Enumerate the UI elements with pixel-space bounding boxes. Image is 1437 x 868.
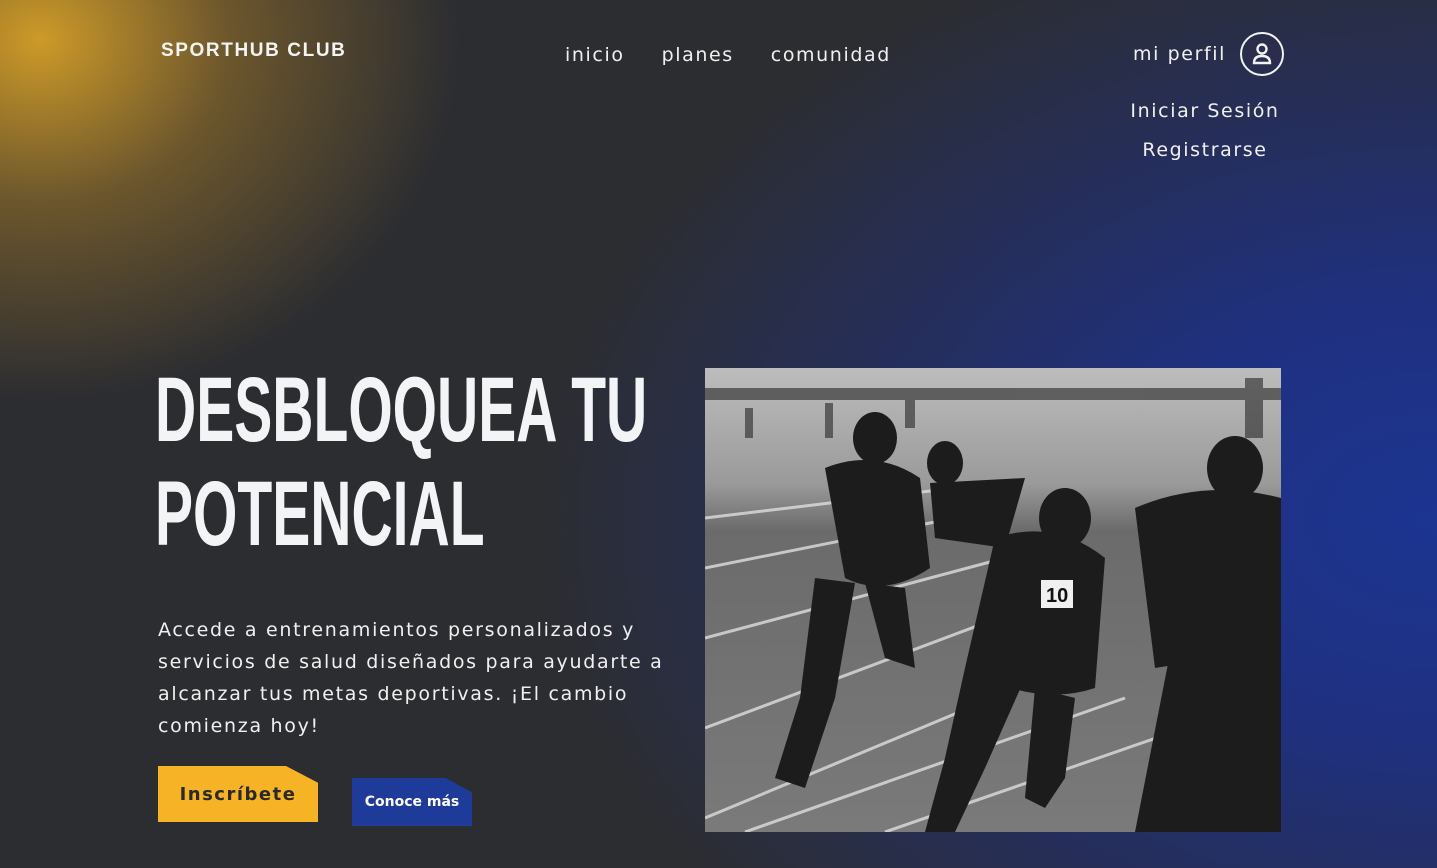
brand-logo[interactable]: SPORTHUB CLUB xyxy=(161,40,346,62)
nav-comunidad[interactable]: comunidad xyxy=(771,44,891,66)
nav-planes[interactable]: planes xyxy=(662,44,734,66)
profile-label: mi perfil xyxy=(1133,43,1227,65)
register-link[interactable]: Registrarse xyxy=(1125,139,1285,161)
main-nav: inicio planes comunidad xyxy=(565,44,891,66)
signup-button[interactable]: Inscríbete xyxy=(158,766,318,822)
hero-image: 10 xyxy=(705,368,1281,832)
login-link[interactable]: Iniciar Sesión xyxy=(1125,100,1285,122)
user-circle-icon[interactable] xyxy=(1240,32,1285,76)
learn-more-button[interactable]: Conoce más xyxy=(352,778,472,826)
profile-menu[interactable]: mi perfil xyxy=(1133,32,1285,76)
hero-description: Accede a entrenamientos personalizados y… xyxy=(158,619,664,737)
hero-title-line1: DESBLOQUEA TU xyxy=(155,359,648,461)
nav-inicio[interactable]: inicio xyxy=(565,44,625,66)
svg-text:10: 10 xyxy=(1046,585,1068,607)
hero-title: DESBLOQUEA TU POTENCIAL xyxy=(155,358,647,566)
hero-title-line2: POTENCIAL xyxy=(155,463,485,565)
